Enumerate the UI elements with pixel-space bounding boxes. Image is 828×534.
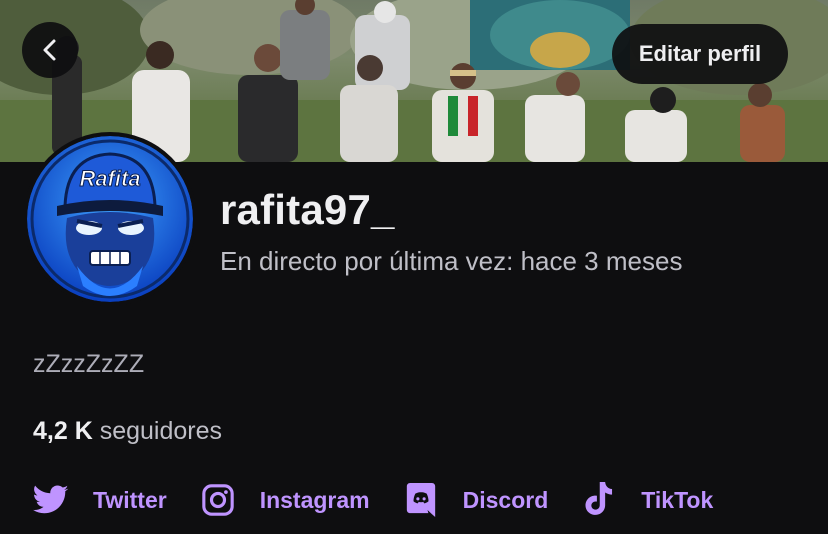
discord-icon (403, 482, 439, 518)
followers-label: seguidores (99, 417, 223, 445)
twitter-icon (33, 482, 69, 518)
social-label: TikTok (641, 486, 714, 513)
svg-text:Rafita: Rafita (79, 166, 140, 191)
followers-count: 4,2 K seguidores (33, 417, 222, 446)
social-label: Discord (462, 486, 549, 513)
username: rafita97_ (220, 186, 395, 233)
social-link-instagram[interactable]: Instagram (200, 482, 370, 518)
social-link-twitter[interactable]: Twitter (33, 482, 167, 518)
avatar-image: Rafita (27, 136, 193, 302)
bio-text: zZzzZzZZ (33, 350, 145, 378)
social-link-tiktok[interactable]: TikTok (581, 482, 713, 518)
avatar[interactable]: Rafita (23, 132, 197, 306)
social-label: Instagram (259, 486, 370, 513)
tiktok-icon (581, 482, 617, 518)
chevron-left-icon (43, 39, 56, 61)
back-button[interactable] (22, 22, 78, 78)
followers-number: 4,2 K (33, 417, 93, 445)
social-links: Twitter Instagram Discord TikTok (33, 480, 746, 520)
social-link-discord[interactable]: Discord (403, 482, 549, 518)
social-label: Twitter (93, 486, 167, 513)
edit-profile-button[interactable]: Editar perfil (612, 24, 788, 84)
instagram-icon (200, 482, 236, 518)
last-live-status: En directo por última vez: hace 3 meses (220, 246, 683, 276)
